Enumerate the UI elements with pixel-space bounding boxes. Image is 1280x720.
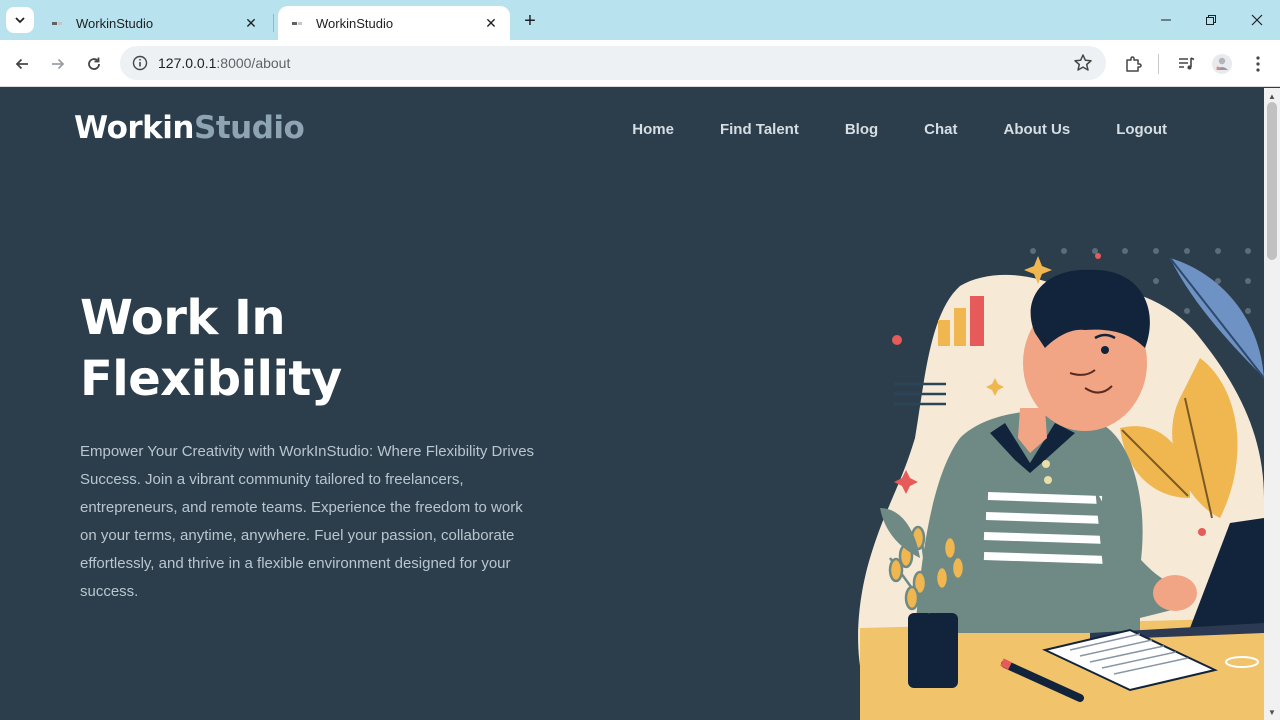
media-icon [1179, 57, 1195, 70]
toolbar-divider [1158, 54, 1159, 74]
hero-title-line-2: Flexibility [80, 351, 342, 407]
hero-illustration [858, 248, 1264, 720]
favicon-icon [292, 16, 306, 30]
site-logo[interactable]: WorkinStudio [74, 110, 305, 146]
scrollbar-thumb[interactable] [1267, 102, 1277, 260]
nav-blog[interactable]: Blog [845, 121, 878, 138]
reload-icon [88, 57, 100, 70]
restore-button[interactable] [1196, 8, 1226, 32]
hero-title-line-1: Work In [80, 290, 286, 346]
reload-button[interactable] [81, 51, 107, 77]
page-scrollbar[interactable]: ▲ ▼ [1264, 88, 1280, 720]
tab-2[interactable]: WorkinStudio ✕ [278, 6, 510, 40]
profile-button[interactable] [1210, 52, 1234, 76]
close-window-button[interactable] [1242, 8, 1272, 32]
plus-icon: + [524, 9, 536, 32]
star-icon [1074, 54, 1092, 71]
forward-button[interactable] [45, 51, 71, 77]
close-icon [1251, 14, 1263, 26]
tab-1[interactable]: WorkinStudio ✕ [38, 6, 270, 40]
nav-home[interactable]: Home [632, 121, 674, 138]
site-info-button[interactable] [128, 51, 152, 75]
hero-description: Empower Your Creativity with WorkInStudi… [80, 443, 535, 600]
plant-pot [908, 613, 958, 688]
close-icon[interactable]: ✕ [242, 14, 260, 32]
main-nav: Home Find Talent Blog Chat About Us Logo… [632, 121, 1167, 138]
tab-bar: WorkinStudio ✕ WorkinStudio ✕ + [0, 0, 1280, 40]
nav-find-talent[interactable]: Find Talent [720, 121, 799, 138]
tab-separator [273, 14, 274, 32]
tab-title: WorkinStudio [316, 15, 394, 31]
profile-avatar [1212, 54, 1232, 74]
browser-toolbar: 127.0.0.1:8000/about [0, 40, 1280, 87]
extensions-icon [1126, 56, 1142, 72]
media-controls-button[interactable] [1174, 52, 1198, 76]
dot-red [892, 335, 902, 345]
more-icon [1256, 56, 1260, 72]
restore-icon [1206, 15, 1216, 25]
chevron-down-icon [15, 17, 25, 24]
favicon-icon [52, 16, 66, 30]
hero-title: Work In Flexibility [80, 288, 480, 410]
scroll-up-arrow[interactable]: ▲ [1267, 91, 1277, 101]
page-content: WorkinStudio Home Find Talent Blog Chat … [0, 88, 1264, 720]
nav-chat[interactable]: Chat [924, 121, 957, 138]
tab-search-button[interactable] [6, 7, 34, 33]
tab-title: WorkinStudio [76, 15, 154, 31]
dot-red [1198, 528, 1206, 536]
minimize-button[interactable] [1151, 8, 1181, 32]
minimize-icon [1161, 19, 1171, 21]
forward-icon [52, 58, 65, 70]
bookmark-button[interactable] [1072, 52, 1094, 74]
nav-logout[interactable]: Logout [1116, 121, 1167, 138]
url-text[interactable]: 127.0.0.1:8000/about [158, 55, 290, 71]
logo-part-1: Workin [74, 110, 195, 146]
scroll-down-arrow[interactable]: ▼ [1267, 707, 1277, 717]
close-icon[interactable]: ✕ [482, 14, 500, 32]
address-bar[interactable]: 127.0.0.1:8000/about [120, 46, 1106, 80]
dot-red [1095, 253, 1101, 259]
more-menu-button[interactable] [1246, 52, 1270, 76]
back-button[interactable] [9, 51, 35, 77]
info-icon [132, 55, 148, 71]
back-icon [15, 58, 28, 70]
url-path: :8000/about [216, 55, 291, 71]
url-host: 127.0.0.1 [158, 55, 217, 71]
new-tab-button[interactable]: + [518, 9, 542, 33]
logo-part-2: Studio [194, 110, 305, 146]
nav-about-us[interactable]: About Us [1004, 121, 1071, 138]
extensions-button[interactable] [1121, 52, 1145, 76]
person-hand [1153, 575, 1197, 611]
